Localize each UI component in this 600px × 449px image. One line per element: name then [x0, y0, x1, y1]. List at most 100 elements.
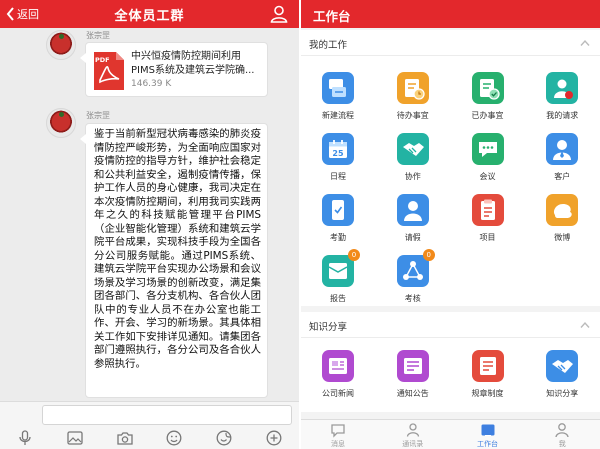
- app-item-label: 知识分享: [546, 389, 579, 398]
- app-item-label: 请假: [404, 233, 421, 242]
- section-title: 我的工作: [309, 40, 348, 51]
- handshake-icon: [396, 133, 429, 165]
- file-name: 中兴恒疫情防控期间利用PIMS系统及建筑云学院确...: [131, 51, 255, 76]
- app-item-label: 通知公告: [396, 389, 429, 398]
- app-item-label: 公司新闻: [322, 389, 354, 398]
- avatar[interactable]: [46, 30, 76, 60]
- badge: 0: [422, 249, 435, 261]
- weibo-icon: [546, 194, 579, 226]
- app-item-my-request[interactable]: 我的请求: [525, 66, 599, 126]
- image-button[interactable]: [66, 429, 84, 447]
- bottom-tab-bar: 消息 通讯录 工作台 我: [301, 419, 600, 449]
- leave-icon: [396, 194, 429, 226]
- emoji-icon: [166, 430, 182, 446]
- customer-icon: [546, 133, 579, 165]
- new-process-icon: [322, 72, 354, 104]
- news-icon: [322, 350, 354, 382]
- chat-title: 全体员工群: [114, 9, 185, 24]
- camera-icon: [116, 432, 133, 445]
- avatar[interactable]: [46, 108, 76, 138]
- done-icon: [471, 72, 504, 104]
- svg-text:25: 25: [332, 149, 344, 158]
- app-item-todo[interactable]: 待办事宜: [376, 66, 450, 126]
- tab-workbench[interactable]: 工作台: [451, 420, 525, 449]
- app-item-knowledge-share[interactable]: 知识分享: [525, 344, 599, 404]
- section-header: 我的工作: [301, 30, 600, 56]
- sticker-button[interactable]: [215, 429, 233, 447]
- notice-icon: [396, 350, 429, 382]
- more-button[interactable]: [265, 429, 283, 447]
- knowledge-share-icon: [546, 350, 579, 382]
- app-item-label: 我的请求: [546, 111, 579, 120]
- badge: 0: [348, 249, 360, 261]
- tab-message[interactable]: 消息: [301, 420, 375, 449]
- app-item-label: 协作: [404, 172, 421, 181]
- section-header: 知识分享: [301, 312, 600, 338]
- attendance-icon: [322, 194, 354, 226]
- my-request-icon: [546, 72, 579, 104]
- app-item-leave[interactable]: 请假: [376, 188, 450, 248]
- tab-label: 消息: [331, 440, 345, 448]
- app-item-calendar[interactable]: 25 日程: [301, 127, 375, 187]
- app-item-label: 规章制度: [471, 389, 504, 398]
- app-item-weibo[interactable]: 微博: [525, 188, 599, 248]
- app-item-label: 客户: [554, 172, 571, 181]
- chevron-up-icon[interactable]: [580, 321, 590, 329]
- assessment-icon: [396, 255, 429, 287]
- report-icon: [322, 255, 354, 287]
- chat-toolbar: [0, 427, 299, 449]
- app-item-customer[interactable]: 客户: [525, 127, 599, 187]
- app-item-new-process[interactable]: 新建流程: [301, 66, 375, 126]
- app-item-label: 会议: [479, 172, 496, 181]
- app-item-handshake[interactable]: 协作: [376, 127, 450, 187]
- camera-button[interactable]: [116, 429, 134, 447]
- tab-profile[interactable]: 我: [525, 420, 599, 449]
- profile-icon: [555, 423, 569, 438]
- app-item-assessment[interactable]: 0 考核: [376, 249, 450, 309]
- chat-input-bar: [0, 401, 299, 427]
- file-size: 146.39 K: [131, 79, 172, 89]
- app-item-done[interactable]: 已办事宜: [451, 66, 525, 126]
- message-text: 鉴于当前新型冠状病毒感染的肺炎疫情防控严峻形势，为全面响应国家对疫情防控的指导方…: [94, 128, 261, 370]
- app-item-label: 日程: [330, 172, 346, 181]
- app-item-label: 考勤: [330, 233, 346, 242]
- app-item-label: 考核: [404, 294, 421, 303]
- group-members-button[interactable]: [269, 4, 289, 24]
- section-knowledge: 知识分享 公司新闻 通知公告 规章制度 知识分享: [301, 312, 600, 412]
- tab-label: 通讯录: [402, 440, 424, 448]
- app-item-label: 报告: [330, 294, 346, 303]
- app-item-project[interactable]: 项目: [451, 188, 525, 248]
- app-item-report[interactable]: 0 报告: [301, 249, 375, 309]
- app-item-label: 项目: [479, 233, 496, 242]
- sticker-icon: [216, 430, 232, 446]
- app-item-meeting[interactable]: 会议: [451, 127, 525, 187]
- plus-circle-icon: [266, 430, 282, 446]
- app-item-label: 微博: [554, 233, 571, 242]
- calendar-icon: 25: [322, 133, 354, 165]
- section-my-work: 我的工作 新建流程 待办事宜 已办事宜 我的请求 25 日程 协作 会议 客户考勤 请假 项目 微博 0…: [301, 30, 600, 306]
- tab-contacts[interactable]: 通讯录: [376, 420, 450, 449]
- user-icon: [270, 5, 288, 23]
- file-message[interactable]: PDF 中兴恒疫情防控期间利用PIMS系统及建筑云学院确... 146.39 K: [80, 42, 268, 97]
- app-item-news[interactable]: 公司新闻: [301, 344, 375, 404]
- emoji-button[interactable]: [165, 429, 183, 447]
- app-item-notice[interactable]: 通知公告: [376, 344, 450, 404]
- image-icon: [67, 431, 83, 445]
- message-input[interactable]: [42, 405, 292, 425]
- chevron-up-icon[interactable]: [580, 39, 590, 47]
- file-type-label: PDF: [95, 56, 110, 64]
- meeting-icon: [471, 133, 504, 165]
- microphone-icon: [19, 430, 31, 445]
- app-item-attendance[interactable]: 考勤: [301, 188, 375, 248]
- message-icon: [331, 424, 345, 438]
- tab-label: 我: [558, 440, 566, 448]
- chat-header: 返回 全体员工群: [0, 0, 299, 28]
- voice-button[interactable]: [16, 429, 34, 447]
- app-item-rules[interactable]: 规章制度: [451, 344, 525, 404]
- text-message[interactable]: 鉴于当前新型冠状病毒感染的肺炎疫情防控严峻形势，为全面响应国家对疫情防控的指导方…: [80, 123, 268, 398]
- workbench-panel: 工作台 我的工作 新建流程 待办事宜 已办事宜 我的请求 25 日程 协作 会议 客户考勤 请假 项…: [301, 0, 600, 449]
- sender-name: 张宗罡: [86, 31, 110, 40]
- project-icon: [471, 194, 504, 226]
- app-item-label: 新建流程: [322, 111, 354, 120]
- sender-name: 张宗罡: [86, 111, 110, 120]
